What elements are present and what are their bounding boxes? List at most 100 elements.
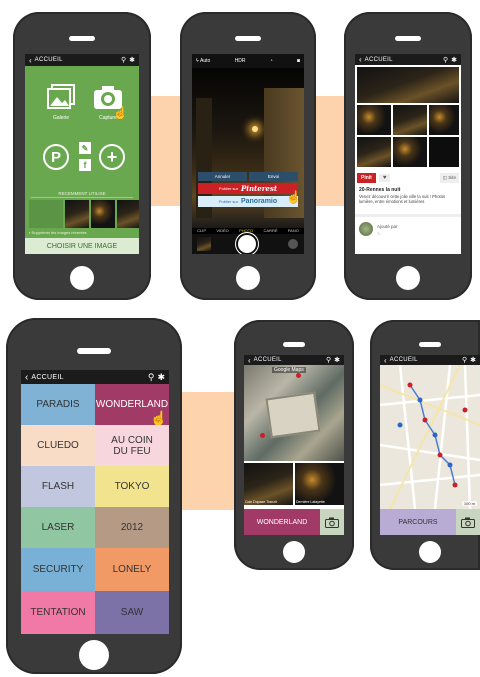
- gear-icon[interactable]: ✱: [129, 56, 135, 64]
- street-lamp: [252, 126, 258, 132]
- panoramio-button[interactable]: ✎: [79, 142, 91, 154]
- location-photo-2[interactable]: Dernière Lafayette: [295, 463, 344, 505]
- pin-photo-2[interactable]: [393, 105, 427, 135]
- gear-icon[interactable]: ✱: [451, 56, 457, 64]
- search-icon[interactable]: ⚲: [443, 56, 448, 64]
- flash-icon: ϟ: [196, 58, 199, 64]
- flip-camera-icon[interactable]: ◙: [297, 58, 300, 64]
- last-photo-thumb[interactable]: [197, 237, 211, 251]
- recent-thumb-2[interactable]: [91, 200, 115, 228]
- map-building: [265, 391, 321, 439]
- pin-title: 20-Rennes la nuit: [359, 187, 401, 193]
- theme-tentation[interactable]: TENTATION: [21, 591, 95, 634]
- home-button[interactable]: [236, 266, 260, 290]
- gear-icon[interactable]: ✱: [470, 356, 476, 364]
- filters-icon[interactable]: [288, 239, 298, 249]
- back-icon[interactable]: ‹: [248, 356, 251, 365]
- home-button[interactable]: [419, 541, 441, 563]
- theme-lonely[interactable]: LONELY: [95, 548, 169, 591]
- gear-icon[interactable]: ✱: [157, 372, 165, 383]
- recent-thumb-empty[interactable]: [29, 200, 63, 228]
- phone4-screen: ‹ ACCUEIL ⚲ ✱ PARADIS WONDERLAND ☝ CLUED…: [21, 370, 169, 634]
- flash-toggle[interactable]: ϟ Auto: [196, 58, 210, 64]
- publish-panoramio-button[interactable]: Publier sur Panoramio: [198, 196, 298, 207]
- pinned-by-label: Ajouté par: [377, 224, 398, 229]
- search-icon[interactable]: ⚲: [326, 356, 331, 364]
- publish-label-1: Publier sur: [218, 186, 239, 191]
- pin-actions: Pinit ♥ ◫ Site: [357, 172, 459, 184]
- camera-button[interactable]: [320, 509, 344, 535]
- home-button[interactable]: [70, 266, 94, 290]
- theme-laser[interactable]: LASER: [21, 507, 95, 548]
- theme-button[interactable]: WONDERLAND: [244, 509, 320, 535]
- map-pin[interactable]: [260, 433, 265, 438]
- theme-flash[interactable]: FLASH: [21, 466, 95, 507]
- phone-themes-screen: ‹ ACCUEIL ⚲ ✱ PARADIS WONDERLAND ☝ CLUED…: [6, 318, 182, 674]
- theme-paradis[interactable]: PARADIS: [21, 384, 95, 425]
- back-icon[interactable]: ‹: [359, 55, 362, 64]
- theme-security[interactable]: SECURITY: [21, 548, 95, 591]
- pinner-avatar[interactable]: [359, 222, 373, 236]
- pinterest-button[interactable]: P: [43, 144, 69, 170]
- send-button[interactable]: Envoi: [249, 172, 298, 181]
- shutter-button[interactable]: [238, 235, 256, 253]
- back-icon[interactable]: ‹: [25, 372, 28, 383]
- recent-thumb-1[interactable]: [65, 200, 89, 228]
- search-icon[interactable]: ⚲: [121, 56, 126, 64]
- capture-button[interactable]: Capture ☝: [89, 84, 128, 124]
- pinit-button[interactable]: Pinit: [357, 173, 376, 183]
- delete-recent-link[interactable]: ▪ Supprimer les images récentes: [29, 230, 87, 235]
- pin-photo-3[interactable]: [429, 105, 459, 135]
- theme-2012[interactable]: 2012: [95, 507, 169, 548]
- gallery-label: Galerie: [52, 115, 70, 121]
- header-title: ACCUEIL: [389, 357, 418, 363]
- home-button[interactable]: [396, 266, 420, 290]
- phone2-screen: ϟ Auto HDR ◔ ◙ Annuler Envoi Publier sur…: [192, 54, 304, 254]
- theme-tokyo[interactable]: TOKYO: [95, 466, 169, 507]
- facebook-button[interactable]: f: [79, 159, 91, 171]
- choose-image-button[interactable]: CHOISIR UNE IMAGE: [25, 238, 139, 254]
- pin-photo-6[interactable]: [429, 137, 459, 167]
- pin-photo-main[interactable]: [357, 67, 459, 103]
- like-button[interactable]: ♥: [378, 174, 391, 182]
- add-button[interactable]: +: [99, 144, 125, 170]
- pin-photo-5[interactable]: [393, 137, 427, 167]
- location-caption-1: Coin Dupaze Tranzit: [245, 500, 277, 504]
- connector-4-5: [182, 392, 238, 510]
- publish-pinterest-button[interactable]: Publier sur Pinterest: [198, 183, 298, 194]
- camera-button[interactable]: [456, 509, 480, 535]
- map-pin[interactable]: [296, 373, 301, 378]
- phone5-screen: ‹ ACCUEIL ⚲ ✱ Google Maps Coin Dupaze Tr…: [244, 355, 344, 535]
- timer-icon[interactable]: ◔: [270, 58, 273, 64]
- back-icon[interactable]: ‹: [29, 56, 32, 65]
- gallery-button[interactable]: Galerie: [45, 84, 77, 124]
- home-button[interactable]: [79, 640, 109, 670]
- camera-top-bar: ϟ Auto HDR ◔ ◙: [192, 54, 304, 68]
- pinterest-logo: Pinterest: [241, 184, 278, 193]
- theme-button[interactable]: PARCOURS: [380, 509, 456, 535]
- flash-mode: Auto: [200, 58, 211, 64]
- theme-au-coin-du-feu[interactable]: AU COIN DU FEU: [95, 425, 169, 466]
- phone-pinterest-screen: ‹ ACCUEIL ⚲ ✱ Pinit ♥ ◫ Site 20-Rennes l…: [344, 12, 472, 300]
- location-photo-1[interactable]: Coin Dupaze Tranzit: [244, 463, 293, 505]
- recent-thumb-3[interactable]: [117, 200, 139, 228]
- gear-icon[interactable]: ✱: [334, 356, 340, 364]
- theme-saw[interactable]: SAW: [95, 591, 169, 634]
- pin-photo-4[interactable]: [357, 137, 391, 167]
- panoramio-logo: Panoramio: [240, 198, 278, 205]
- recent-label: RECEMMENT UTILISE: [58, 191, 106, 196]
- aerial-map-view[interactable]: Google Maps: [244, 365, 344, 461]
- search-icon[interactable]: ⚲: [462, 356, 467, 364]
- trash-icon: ▪: [29, 230, 31, 235]
- home-button[interactable]: [283, 541, 305, 563]
- pin-photo-1[interactable]: [357, 105, 391, 135]
- site-label: Site: [448, 175, 456, 180]
- add-icon: +: [106, 146, 118, 167]
- route-map-view[interactable]: 100 m: [380, 365, 480, 509]
- back-icon[interactable]: ‹: [384, 356, 387, 365]
- hdr-toggle[interactable]: HDR: [235, 58, 246, 64]
- site-button[interactable]: ◫ Site: [439, 173, 459, 183]
- theme-cluedo[interactable]: CLUEDO: [21, 425, 95, 466]
- search-icon[interactable]: ⚲: [148, 372, 155, 383]
- cancel-button[interactable]: Annuler: [198, 172, 247, 181]
